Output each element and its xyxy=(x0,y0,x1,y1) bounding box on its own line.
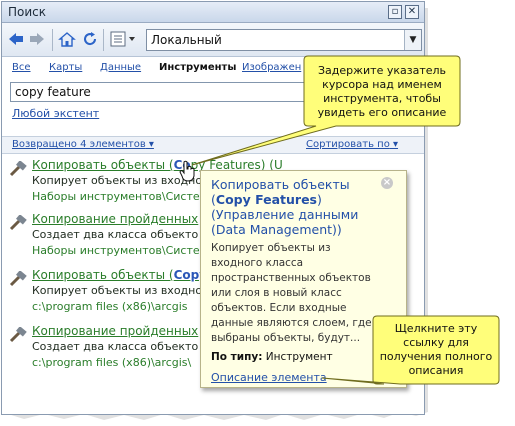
tab-maps[interactable]: Карты xyxy=(49,62,82,73)
result-description: Создает два класса объекто xyxy=(32,228,199,241)
search-input-value: copy feature xyxy=(15,85,91,99)
tab-all[interactable]: Все xyxy=(12,62,31,73)
tab-images[interactable]: Изображен xyxy=(242,62,301,73)
sort-by-link[interactable]: Сортировать по ▾ xyxy=(306,139,398,150)
result-description: Копирует объекты из входно xyxy=(32,174,203,187)
toolbar-divider xyxy=(52,29,53,51)
tab-data[interactable]: Данные xyxy=(100,62,141,73)
hammer-icon xyxy=(9,271,27,287)
view-options-icon[interactable] xyxy=(110,31,138,47)
hammer-icon xyxy=(9,161,27,177)
hover-hint-callout: Задержите указатель курсора над именем и… xyxy=(317,64,447,119)
refresh-icon[interactable] xyxy=(81,31,99,47)
result-description: Копирует объекты из входно xyxy=(32,284,203,297)
home-icon[interactable] xyxy=(58,31,76,47)
result-path: Наборы инструментов\Систем xyxy=(32,190,208,203)
title-bar: Поиск ▫ ✕ xyxy=(2,2,424,23)
back-arrow-icon[interactable] xyxy=(7,31,25,47)
close-icon[interactable]: × xyxy=(381,177,393,189)
hand-cursor-icon xyxy=(179,160,195,182)
hammer-icon xyxy=(9,327,27,343)
toolbar: Локальный ▼ xyxy=(2,23,424,57)
tooltip-type: По типу: Инструмент xyxy=(211,351,333,363)
result-title[interactable]: Копирование пройденных xyxy=(32,324,198,338)
chevron-down-icon[interactable]: ▼ xyxy=(404,30,421,50)
results-bar: Возвращено 4 элементов ▾ Сортировать по … xyxy=(2,136,424,154)
toolbar-divider xyxy=(103,29,104,51)
forward-arrow-icon[interactable] xyxy=(28,31,46,47)
result-path: Наборы инструментов\Систем xyxy=(32,244,208,257)
result-path: c:\program files (x86)\arcgis xyxy=(32,300,188,313)
tooltip-description: Копирует объекты из входного класса прос… xyxy=(211,242,372,344)
close-button[interactable]: ✕ xyxy=(405,5,419,19)
result-description: Создает два класса объекто xyxy=(32,340,199,353)
tab-tools[interactable]: Инструменты xyxy=(159,62,236,73)
window-title: Поиск xyxy=(8,5,47,19)
results-count-link[interactable]: Возвращено 4 элементов ▾ xyxy=(12,139,154,150)
result-title[interactable]: Копирование пройденных xyxy=(32,212,198,226)
extent-link[interactable]: Любой экстент xyxy=(12,107,99,120)
catalog-select-value: Локальный xyxy=(151,33,222,47)
dock-button[interactable]: ▫ xyxy=(388,5,402,19)
item-description-link[interactable]: Описание элемента xyxy=(211,371,327,384)
hammer-icon xyxy=(9,215,27,231)
tooltip-title: Копировать объекты (Copy Features) (Упра… xyxy=(211,177,359,237)
result-title[interactable]: Копировать объекты (Copy xyxy=(32,268,207,282)
click-link-callout: Щелкните эту ссылку для получения полног… xyxy=(379,322,493,377)
result-path: c:\program files (x86)\arcgis\ xyxy=(32,356,192,369)
catalog-select[interactable]: Локальный ▼ xyxy=(146,29,422,51)
